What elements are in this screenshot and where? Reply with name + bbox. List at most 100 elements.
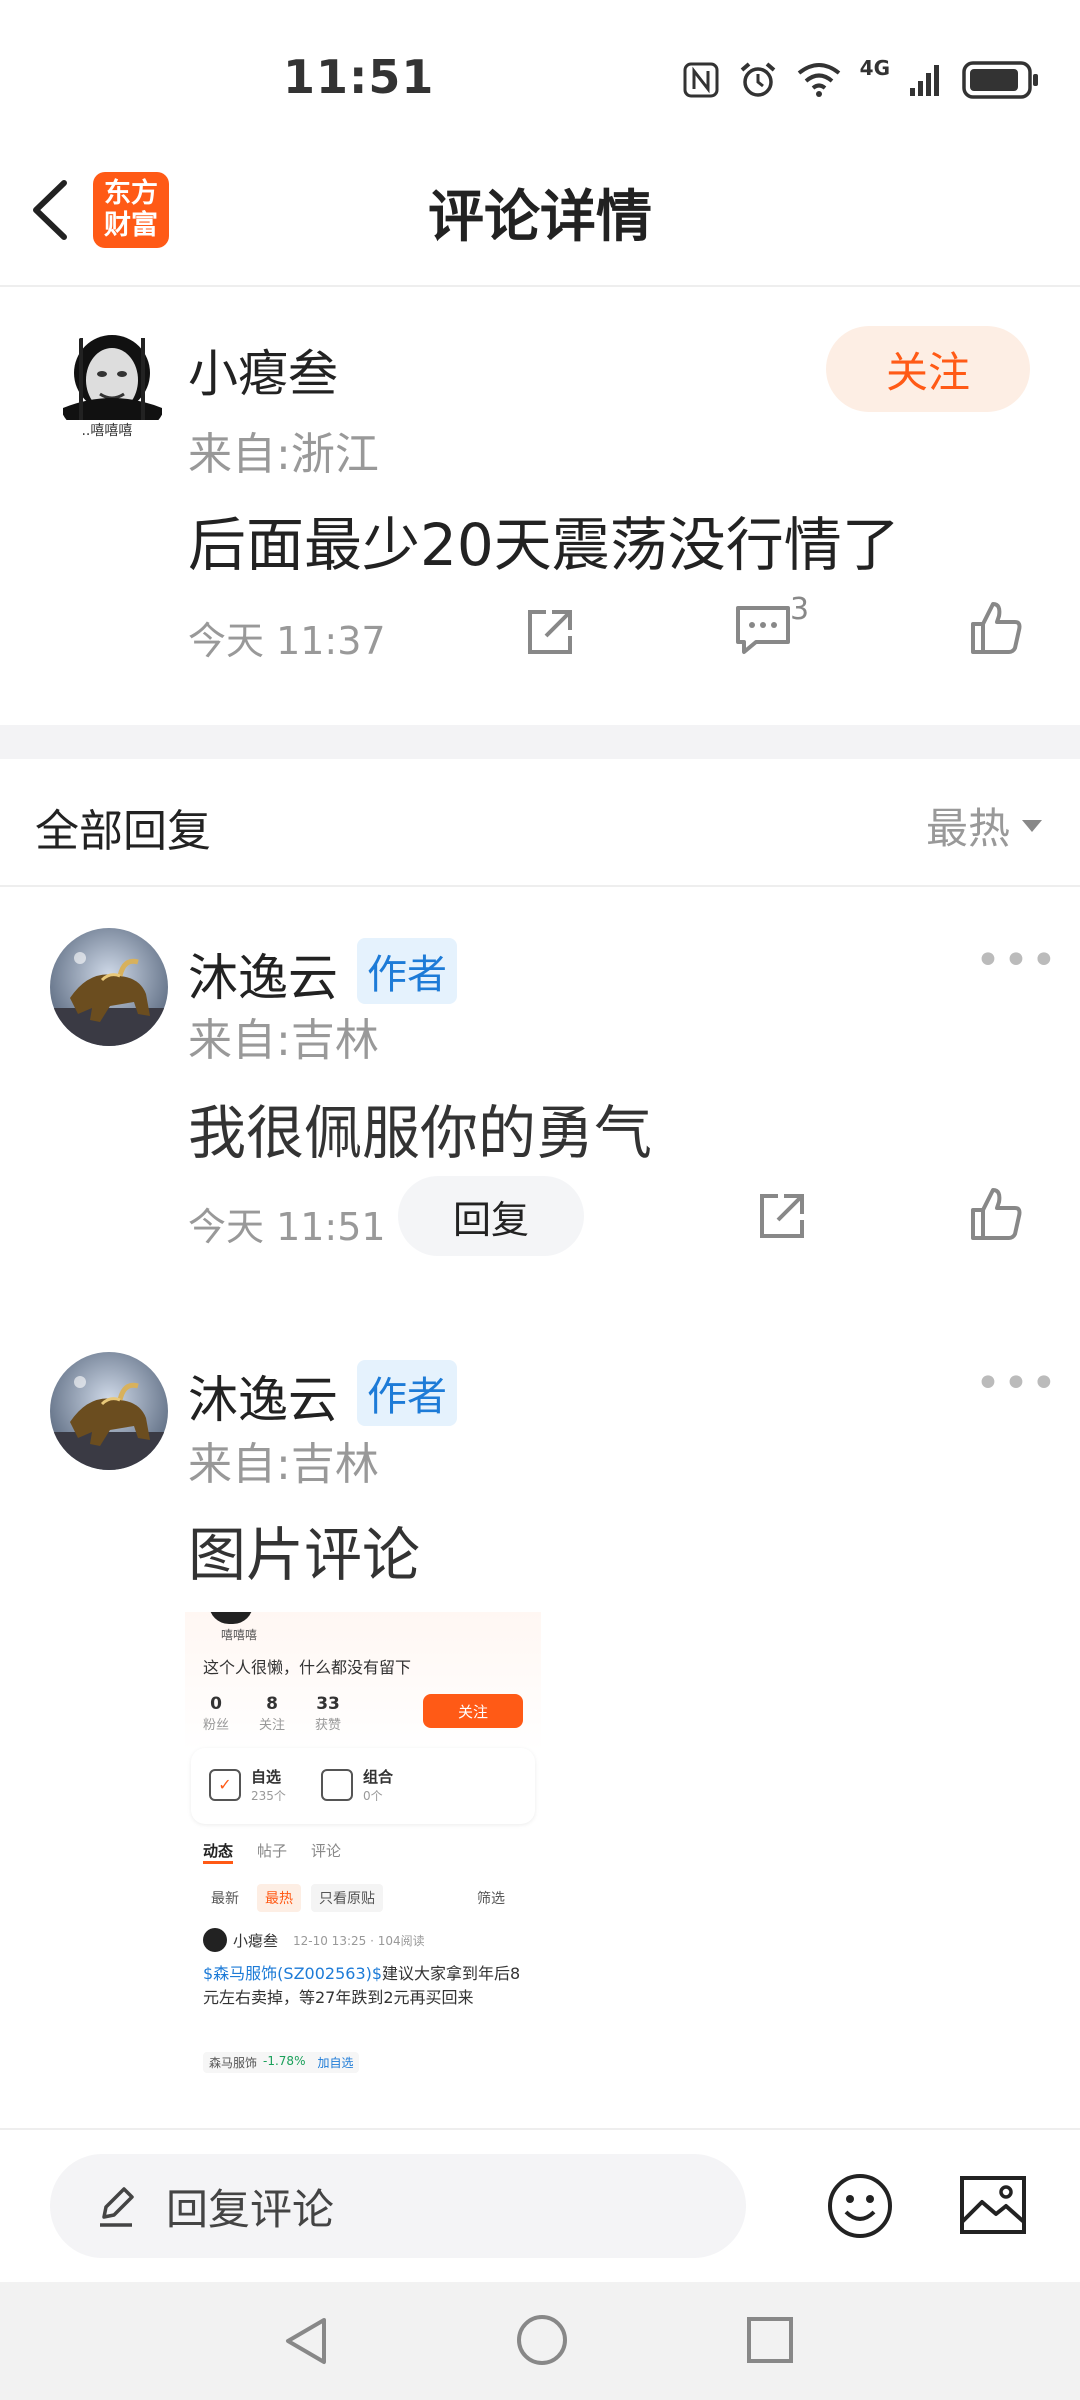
comment-icon — [736, 606, 790, 654]
alarm-icon — [740, 62, 775, 97]
preview-filter: 最新 — [211, 1891, 239, 1907]
preview-stat-value: 33 — [316, 1694, 340, 1714]
sort-dropdown[interactable]: 最热 — [926, 795, 1044, 856]
preview-cards: ✓ 自选 235个 组合 0个 — [191, 1748, 535, 1824]
preview-post-stock: $森马服饰(SZ002563)$ — [203, 1964, 383, 1983]
circle-home-icon — [517, 2315, 567, 2365]
bull-avatar-image — [50, 928, 168, 1046]
page-title: 评论详情 — [428, 185, 652, 250]
preview-check-icon: ✓ — [209, 1769, 241, 1801]
nav-recents-button[interactable] — [744, 2314, 796, 2366]
avatar[interactable] — [50, 928, 168, 1046]
reply-input-placeholder: 回复评论 — [166, 2184, 335, 2234]
preview-card-title: 自选 — [251, 1768, 282, 1786]
preview-tab: 帖子 — [257, 1842, 288, 1860]
status-icons: 4G — [682, 55, 1040, 105]
image-button[interactable] — [958, 2172, 1028, 2238]
preview-stock-name: 森马服饰 — [209, 2056, 258, 2070]
nav-back-button[interactable] — [280, 2314, 334, 2368]
sort-label: 最热 — [925, 804, 1010, 853]
preview-stat-label: 粉丝 — [203, 1718, 230, 1733]
preview-filter: 只看原贴 — [311, 1884, 383, 1912]
smiley-icon — [828, 2174, 892, 2238]
preview-filter-button: 筛选 — [477, 1891, 505, 1907]
preview-avatar — [209, 1612, 253, 1624]
preview-stat-value: 8 — [266, 1694, 278, 1714]
preview-filter-active: 最热 — [257, 1884, 301, 1912]
preview-card-sub: 0个 — [363, 1789, 383, 1803]
more-options-button[interactable]: ••• — [975, 1358, 1059, 1409]
preview-portfolio-card: 组合 0个 — [321, 1766, 393, 1804]
section-divider — [0, 725, 1080, 759]
emoji-button[interactable] — [826, 2172, 894, 2240]
comment-reply-button[interactable]: 3 — [732, 592, 822, 668]
author-tag: 作者 — [357, 1360, 457, 1426]
preview-filters: 最新 最热 只看原贴 — [203, 1884, 383, 1912]
bull-avatar-image — [50, 1352, 168, 1470]
preview-watchlist-card: ✓ 自选 235个 — [209, 1766, 286, 1804]
preview-add-watch: 加自选 — [317, 2056, 354, 2070]
preview-card-sub: 235个 — [251, 1789, 286, 1803]
comment-location: 来自:浙江 — [188, 429, 379, 480]
reply-input[interactable]: 回复评论 — [50, 2154, 746, 2258]
preview-stat-label: 关注 — [259, 1718, 286, 1733]
preview-tabs: 动态 帖子 评论 — [203, 1840, 341, 1864]
preview-stat: 0 粉丝 — [203, 1694, 229, 1733]
preview-stock-change: -1.78% — [263, 2054, 306, 2068]
reply-username[interactable]: 沐逸云 — [188, 938, 338, 1010]
more-options-button[interactable]: ••• — [975, 935, 1059, 986]
preview-bio: 这个人很懒，什么都没有留下 — [203, 1658, 412, 1677]
reply-count: 3 — [790, 592, 810, 627]
reply-time: 今天 11:51 — [188, 1205, 386, 1249]
comment-username[interactable]: 小瘪叁 — [188, 334, 338, 406]
like-button[interactable] — [965, 598, 1025, 658]
nfc-icon — [683, 62, 719, 98]
preview-stat: 8 关注 — [259, 1694, 285, 1733]
preview-tab: 评论 — [311, 1842, 342, 1860]
preview-stat: 33 获赞 — [315, 1694, 341, 1733]
preview-card-title: 组合 — [363, 1768, 394, 1786]
preview-stat-label: 获赞 — [315, 1718, 342, 1733]
avatar[interactable] — [50, 1352, 168, 1470]
caret-down-icon — [1022, 819, 1042, 832]
comment-content: 后面最少20天震荡没行情了 — [188, 511, 900, 579]
preview-post-meta: 12-10 13:25 · 104阅读 — [293, 1934, 425, 1948]
reply-button[interactable]: 回复 — [398, 1176, 584, 1256]
network-label: 4G — [859, 56, 890, 80]
preview-post-user: 小瘪叁 — [233, 1932, 279, 1950]
avatar[interactable]: ...嘻嘻嘻 — [55, 328, 170, 443]
comment-time: 今天 11:37 — [188, 619, 386, 663]
reply-content: 我很佩服你的勇气 — [188, 1099, 653, 1167]
share-button[interactable] — [752, 1186, 812, 1246]
reply-username[interactable]: 沐逸云 — [188, 1360, 338, 1432]
reply-location: 来自:吉林 — [188, 1015, 379, 1066]
nav-home-button[interactable] — [514, 2312, 570, 2368]
square-recents-icon — [747, 2317, 793, 2363]
reply-content: 图片评论 — [188, 1521, 421, 1589]
like-button[interactable] — [965, 1184, 1025, 1244]
pencil-icon — [100, 2187, 134, 2227]
header-divider — [0, 885, 1080, 887]
avatar-caption: ...嘻嘻嘻 — [77, 423, 133, 439]
preview-post-body: $森马服饰(SZ002563)$建议大家拿到年后8元左右卖掉，等27年跌到2元再… — [203, 1962, 523, 2010]
author-tag: 作者 — [357, 938, 457, 1004]
share-icon — [760, 1194, 804, 1238]
replies-title: 全部回复 — [35, 806, 211, 857]
preview-follow-button: 关注 — [423, 1694, 523, 1728]
image-icon — [960, 2176, 1026, 2234]
preview-caption: 嘻嘻嘻 — [221, 1628, 258, 1642]
battery-icon — [962, 61, 1038, 99]
thumbs-up-icon — [971, 1188, 1022, 1240]
preview-portfolio-icon — [321, 1769, 353, 1801]
triangle-back-icon — [286, 2318, 326, 2364]
preview-stock-tag: 森马服饰 -1.78% 加自选 — [203, 2052, 360, 2073]
status-time: 11:51 — [283, 50, 435, 104]
preview-follow-label: 关注 — [457, 1702, 488, 1721]
preview-tab-active: 动态 — [203, 1840, 234, 1864]
share-button[interactable] — [520, 602, 580, 662]
follow-button[interactable]: 关注 — [826, 326, 1030, 412]
preview-stat-value: 0 — [210, 1694, 222, 1714]
signal-icon — [910, 65, 939, 96]
preview-stats: 0 粉丝 8 关注 33 获赞 — [203, 1694, 341, 1733]
comment-image[interactable]: 嘻嘻嘻 这个人很懒，什么都没有留下 0 粉丝 8 关注 33 获赞 关注 ✓ 自选 23… — [185, 1612, 541, 2132]
